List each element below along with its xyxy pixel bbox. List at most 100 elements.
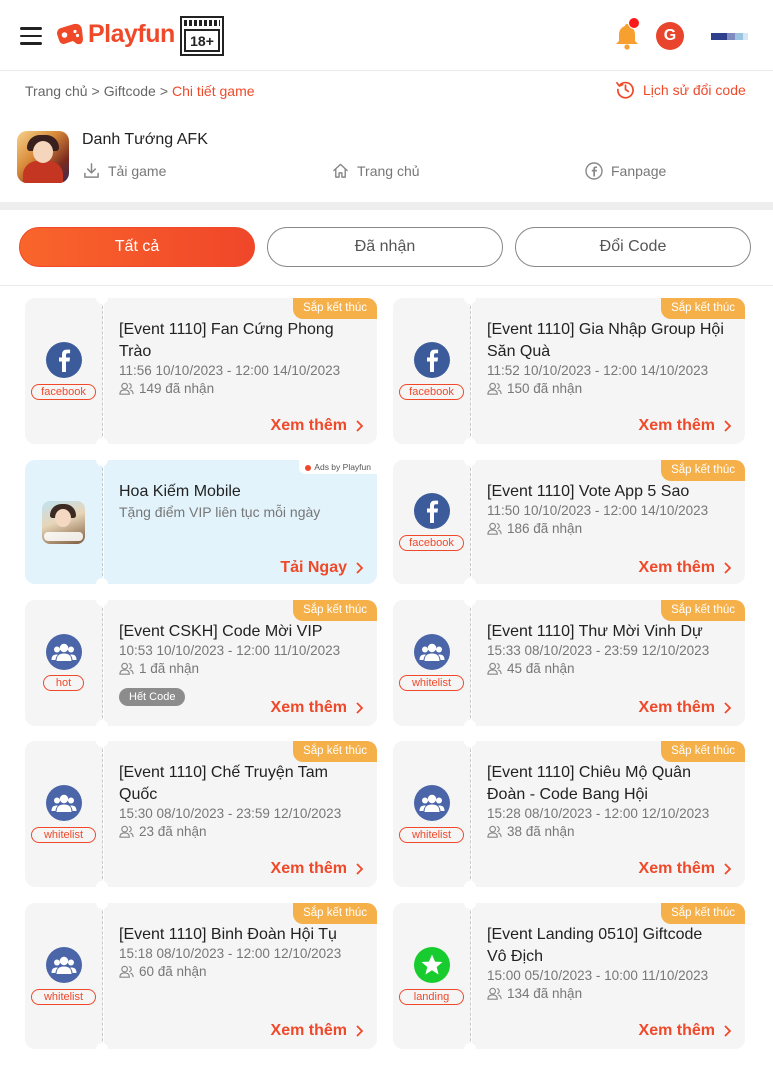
source-tag: hot (43, 675, 84, 691)
ending-soon-badge: Sắp kết thúc (661, 600, 745, 621)
card-time: 15:28 08/10/2023 - 12:00 12/10/2023 (487, 806, 710, 821)
facebook-circle-icon (585, 162, 603, 180)
ad-card[interactable]: Ads by Playfun Hoa Kiếm Mobile Tặng điểm… (25, 460, 377, 584)
breadcrumb-separator: > (159, 83, 169, 99)
facebook-icon (414, 493, 450, 529)
source-tag: landing (399, 989, 464, 1005)
breadcrumb-current: Chi tiết game (172, 83, 255, 99)
giftcode-card[interactable]: whitelist Sắp kết thúc [Event 1110] Binh… (25, 903, 377, 1049)
view-more-button[interactable]: Xem thêm (271, 860, 363, 878)
card-time: 15:00 05/10/2023 - 10:00 11/10/2023 (487, 968, 709, 983)
giftcode-card[interactable]: whitelist Sắp kết thúc [Event 1110] Thư … (393, 600, 745, 726)
card-received-count: 38 đã nhận (487, 824, 575, 839)
view-more-button[interactable]: Xem thêm (639, 1022, 731, 1040)
user-bar-seg (743, 33, 748, 40)
ending-soon-badge: Sắp kết thúc (661, 298, 745, 319)
card-received-count: 134 đã nhận (487, 986, 582, 1001)
card-received-count: 1 đã nhận (119, 661, 199, 676)
view-more-button[interactable]: Xem thêm (639, 860, 731, 878)
card-title: [Event 1110] Chế Truyện Tam Quốc (119, 764, 329, 803)
tab-all[interactable]: Tất cả (19, 227, 255, 267)
card-received-count: 150 đã nhận (487, 381, 582, 396)
chevron-right-icon (356, 1025, 363, 1037)
users-icon (487, 825, 502, 838)
users-icon (119, 825, 134, 838)
game-homepage-label: Trang chủ (357, 162, 420, 179)
giftcode-card[interactable]: facebook Sắp kết thúc [Event 1110] Vote … (393, 460, 745, 584)
ending-soon-badge: Sắp kết thúc (293, 741, 377, 762)
view-more-button[interactable]: Xem thêm (639, 417, 731, 435)
user-bar-seg (711, 33, 727, 40)
download-game-link[interactable]: Tải game (83, 162, 166, 179)
source-tag: whitelist (399, 827, 464, 843)
playfun-logo[interactable]: Playfun (56, 20, 175, 49)
source-tag: facebook (31, 384, 96, 400)
view-more-button[interactable]: Xem thêm (271, 699, 363, 717)
giftcode-card[interactable]: facebook Sắp kết thúc [Event 1110] Fan C… (25, 298, 377, 444)
card-title: [Event 1110] Chiêu Mộ Quân Đoàn - Code B… (487, 764, 691, 803)
card-title: [Event 1110] Vote App 5 Sao (487, 483, 690, 500)
view-more-button[interactable]: Xem thêm (639, 699, 731, 717)
chevron-right-icon (724, 420, 731, 432)
breadcrumb-giftcode[interactable]: Giftcode (104, 83, 156, 99)
game-title: Danh Tướng AFK (82, 131, 208, 148)
out-of-codes-badge: Hết Code (119, 688, 186, 706)
ad-subtitle: Tặng điểm VIP liên tục mỗi ngày (119, 504, 321, 520)
giftcode-card[interactable]: hot Sắp kết thúc [Event CSKH] Code Mời V… (25, 600, 377, 726)
code-history-label: Lịch sử đổi code (643, 81, 746, 98)
chevron-right-icon (724, 863, 731, 875)
card-time: 11:56 10/10/2023 - 12:00 14/10/2023 (119, 363, 341, 378)
age-rating-badge: 18+ (180, 16, 224, 56)
view-more-button[interactable]: Xem thêm (271, 417, 363, 435)
card-title: [Event 1110] Gia Nhập Group Hội Săn Quà (487, 321, 724, 360)
star-icon (414, 947, 450, 983)
card-title: [Event CSKH] Code Mời VIP (119, 623, 323, 640)
users-icon (119, 965, 134, 978)
tab-received[interactable]: Đã nhận (267, 227, 503, 267)
card-time: 15:33 08/10/2023 - 23:59 12/10/2023 (487, 643, 710, 658)
ending-soon-badge: Sắp kết thúc (661, 741, 745, 762)
tab-redeem-code[interactable]: Đổi Code (515, 227, 751, 267)
ending-soon-badge: Sắp kết thúc (661, 460, 745, 481)
group-icon (46, 634, 82, 670)
chevron-right-icon (356, 420, 363, 432)
top-header: Playfun 18+ G (0, 0, 773, 71)
chevron-right-icon (724, 562, 731, 574)
giftcode-card[interactable]: whitelist Sắp kết thúc [Event 1110] Chiê… (393, 741, 745, 887)
game-homepage-link[interactable]: Trang chủ (332, 162, 420, 179)
card-title: [Event Landing 0510] Giftcode Vô Địch (487, 926, 703, 965)
username-placeholder[interactable] (708, 33, 748, 40)
avatar[interactable]: G (656, 22, 684, 50)
breadcrumb-home[interactable]: Trang chủ (25, 83, 88, 99)
giftcode-card[interactable]: whitelist Sắp kết thúc [Event 1110] Chế … (25, 741, 377, 887)
download-now-button[interactable]: Tải Ngay (280, 559, 363, 577)
users-icon (487, 987, 502, 1000)
view-more-button[interactable]: Xem thêm (271, 1022, 363, 1040)
view-more-button[interactable]: Xem thêm (639, 559, 731, 577)
card-received-count: 186 đã nhận (487, 521, 582, 536)
menu-icon[interactable] (20, 27, 42, 45)
giftcode-card[interactable]: facebook Sắp kết thúc [Event 1110] Gia N… (393, 298, 745, 444)
source-tag: whitelist (31, 827, 96, 843)
card-title: [Event 1110] Thư Mời Vinh Dự (487, 623, 703, 640)
code-history-link[interactable]: Lịch sử đổi code (616, 80, 746, 99)
card-received-count: 23 đã nhận (119, 824, 207, 839)
chevron-right-icon (356, 562, 363, 574)
chevron-right-icon (724, 702, 731, 714)
card-title: [Event 1110] Binh Đoàn Hội Tụ (119, 926, 337, 943)
group-icon (46, 785, 82, 821)
group-icon (414, 634, 450, 670)
card-title: [Event 1110] Fan Cứng Phong Trào (119, 321, 334, 360)
ads-label: Ads by Playfun (299, 460, 377, 474)
ad-game-thumbnail (42, 501, 85, 544)
home-icon (333, 163, 348, 178)
group-icon (414, 785, 450, 821)
facebook-icon (414, 342, 450, 378)
notification-dot (628, 17, 640, 29)
giftcode-card[interactable]: landing Sắp kết thúc [Event Landing 0510… (393, 903, 745, 1049)
logo-text: Playfun (88, 20, 175, 48)
card-received-count: 60 đã nhận (119, 964, 207, 979)
card-time: 11:50 10/10/2023 - 12:00 14/10/2023 (487, 503, 709, 518)
fanpage-link[interactable]: Fanpage (585, 162, 666, 180)
download-game-label: Tải game (108, 162, 167, 179)
